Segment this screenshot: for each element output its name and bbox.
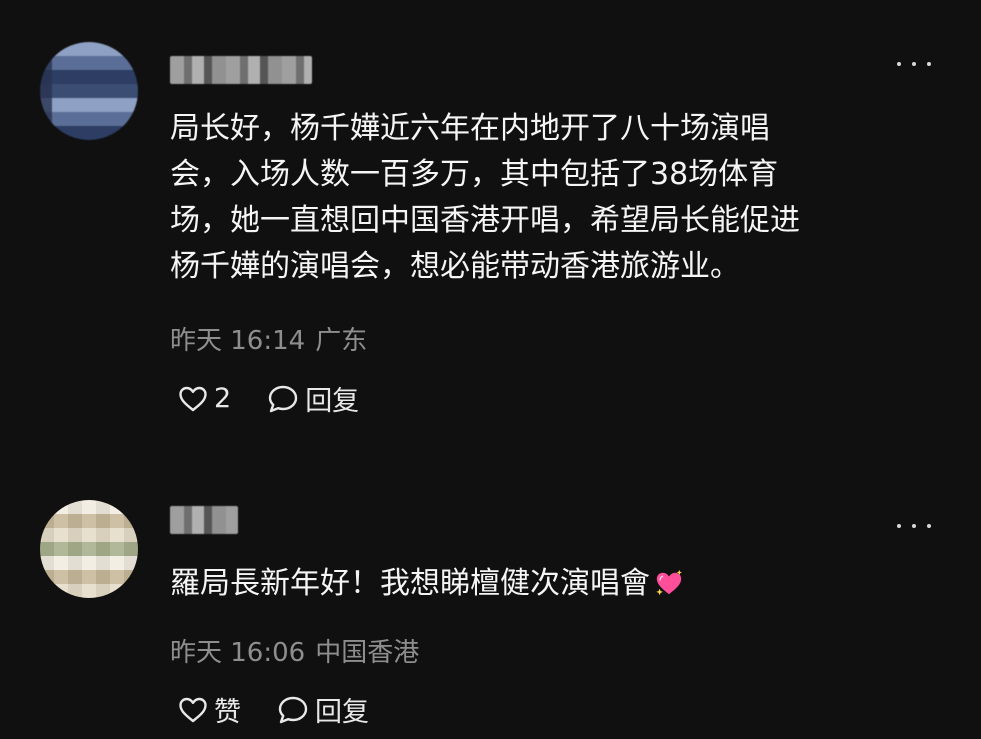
reply-label: 回复 bbox=[305, 386, 360, 417]
reply-button[interactable]: 回复 bbox=[267, 379, 359, 418]
comment-actions: 赞 回复 bbox=[178, 690, 369, 729]
reply-button[interactable]: 回复 bbox=[277, 690, 369, 729]
username-blurred[interactable] bbox=[170, 506, 238, 534]
dot bbox=[897, 62, 901, 66]
avatar[interactable] bbox=[40, 500, 138, 598]
like-label: 赞 bbox=[214, 697, 241, 728]
comment-text-content: 羅局長新年好！我想睇檀健次演唱會 bbox=[170, 566, 650, 601]
like-button[interactable]: 2 bbox=[178, 383, 231, 414]
dot bbox=[897, 524, 901, 528]
dot bbox=[912, 62, 916, 66]
speech-bubble-icon bbox=[278, 696, 308, 723]
comment-time: 昨天 16:06 bbox=[170, 638, 306, 668]
reply-label: 回复 bbox=[315, 697, 369, 728]
speech-bubble-icon bbox=[268, 385, 298, 412]
more-dots-icon[interactable] bbox=[897, 54, 931, 74]
username-blurred[interactable] bbox=[170, 56, 312, 84]
comment-time: 昨天 16:14 bbox=[170, 326, 306, 356]
comment-item: 局长好，杨千嬅近六年在内地开了八十场演唱 会，入场人数一百多万，其中包括了38场… bbox=[0, 0, 981, 450]
dot bbox=[912, 524, 916, 528]
dot bbox=[927, 524, 931, 528]
dot bbox=[927, 62, 931, 66]
like-button[interactable]: 赞 bbox=[178, 690, 241, 729]
comment-location: 广东 bbox=[315, 326, 368, 356]
avatar[interactable] bbox=[40, 42, 138, 140]
heart-outline-icon bbox=[179, 697, 207, 722]
comment-text: 局长好，杨千嬅近六年在内地开了八十场演唱 会，入场人数一百多万，其中包括了38场… bbox=[170, 111, 800, 284]
comment-meta: 昨天 16:14 广东 bbox=[170, 320, 367, 357]
heart-outline-icon bbox=[179, 386, 207, 411]
comment-text: 羅局長新年好！我想睇檀健次演唱會 bbox=[170, 561, 930, 607]
comment-meta: 昨天 16:06 中国香港 bbox=[170, 632, 419, 669]
comment-item: 羅局長新年好！我想睇檀健次演唱會 昨天 16:06 中国香港 赞 回复 bbox=[0, 450, 981, 739]
comment-location: 中国香港 bbox=[315, 638, 420, 668]
sparkling-heart-emoji bbox=[656, 569, 682, 595]
comment-actions: 2 回复 bbox=[178, 379, 359, 418]
like-count: 2 bbox=[214, 383, 232, 414]
more-dots-icon[interactable] bbox=[897, 516, 931, 536]
